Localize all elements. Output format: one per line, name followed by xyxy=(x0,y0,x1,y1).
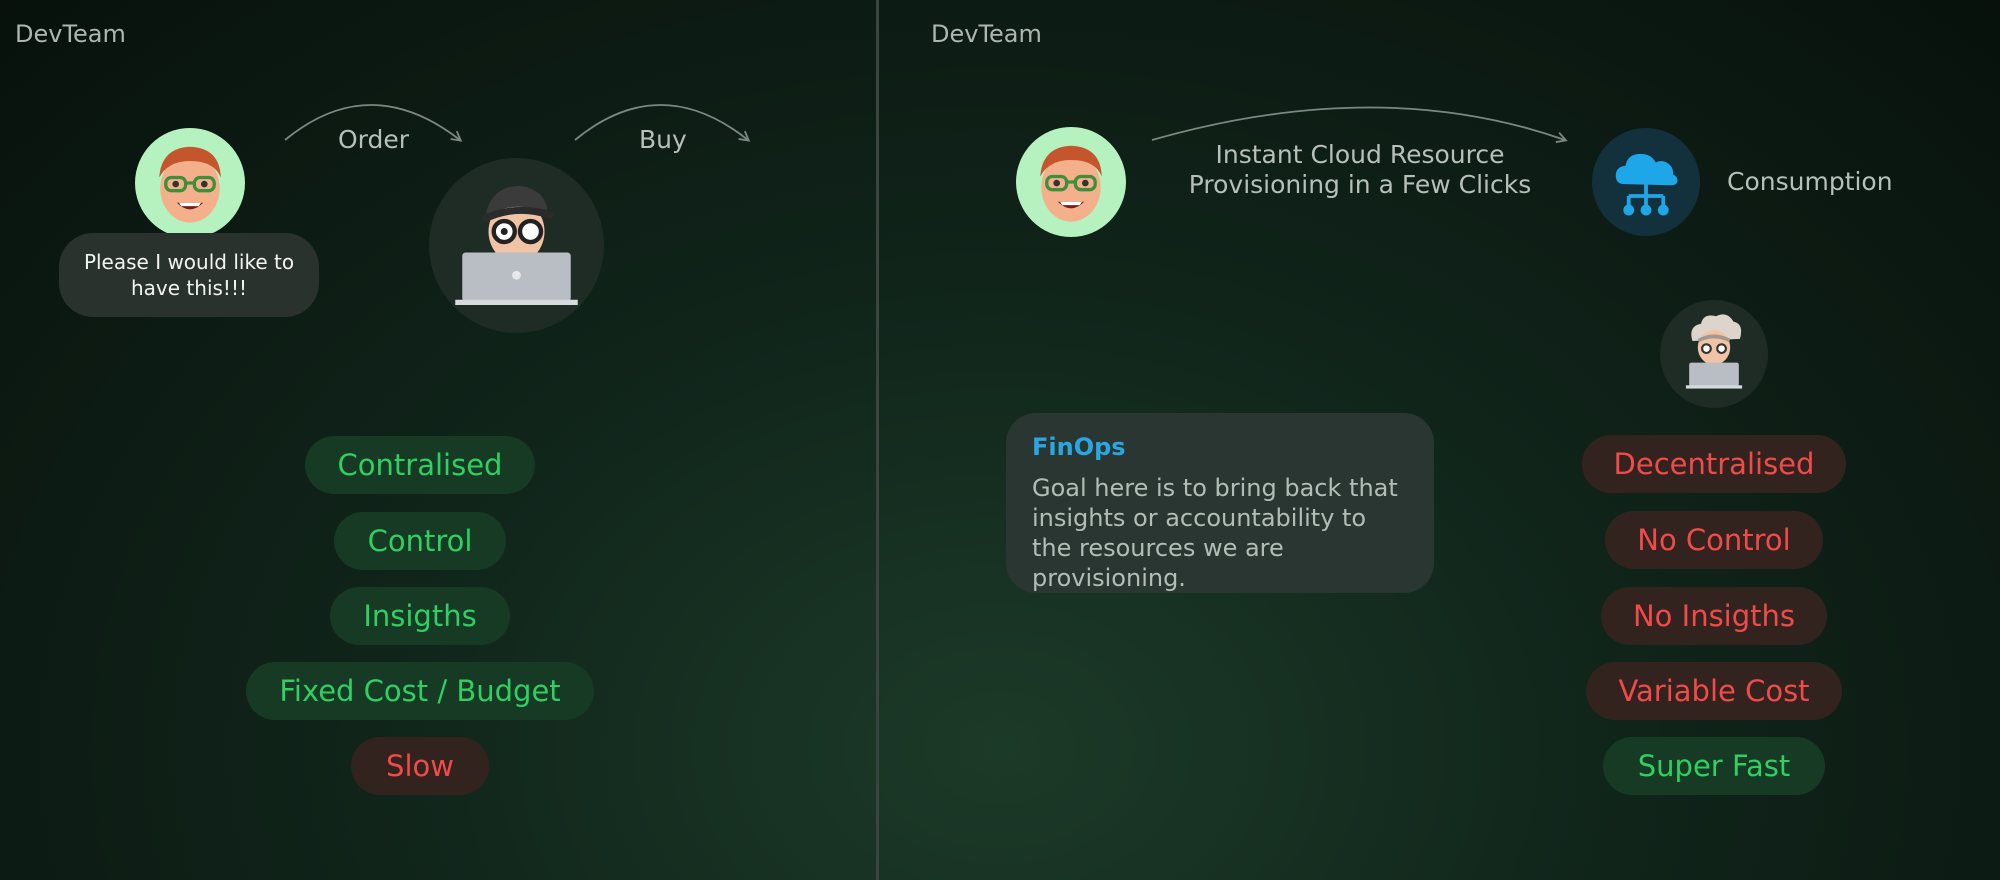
pill-super-fast: Super Fast xyxy=(1603,737,1825,795)
finops-card-title: FinOps xyxy=(1032,433,1126,461)
pill-decentralised: Decentralised xyxy=(1582,435,1846,493)
pill-centralised: Contralised xyxy=(305,436,535,494)
panel-divider xyxy=(876,0,879,880)
finops-card: FinOps Goal here is to bring back that i… xyxy=(1006,413,1434,593)
buy-arrow-label: Buy xyxy=(639,125,687,154)
pill-variable-cost: Variable Cost xyxy=(1586,662,1842,720)
provisioning-arrow-label: Instant Cloud Resource Provisioning in a… xyxy=(1188,140,1532,199)
it-admin-avatar-icon xyxy=(429,158,604,333)
pill-fixed-cost: Fixed Cost / Budget xyxy=(246,662,594,720)
left-panel-centralised: DevTeam Please I would like to have this… xyxy=(0,0,876,880)
consumption-label: Consumption xyxy=(1727,167,1893,196)
stressed-admin-avatar-icon xyxy=(1660,300,1768,408)
team-label: DevTeam xyxy=(15,20,126,48)
finops-card-body: Goal here is to bring back that insights… xyxy=(1032,474,1398,592)
cloud-network-icon xyxy=(1592,128,1700,236)
developer-avatar-icon xyxy=(135,128,245,238)
pill-insights: Insigths xyxy=(330,587,510,645)
pill-no-control: No Control xyxy=(1605,511,1823,569)
pill-slow: Slow xyxy=(351,737,489,795)
order-arrow-label: Order xyxy=(338,125,410,154)
pill-no-insights: No Insigths xyxy=(1601,587,1827,645)
request-speech-bubble: Please I would like to have this!!! xyxy=(59,233,319,317)
pill-control: Control xyxy=(334,512,506,570)
team-label: DevTeam xyxy=(931,20,1042,48)
developer-avatar-icon xyxy=(1016,127,1126,237)
